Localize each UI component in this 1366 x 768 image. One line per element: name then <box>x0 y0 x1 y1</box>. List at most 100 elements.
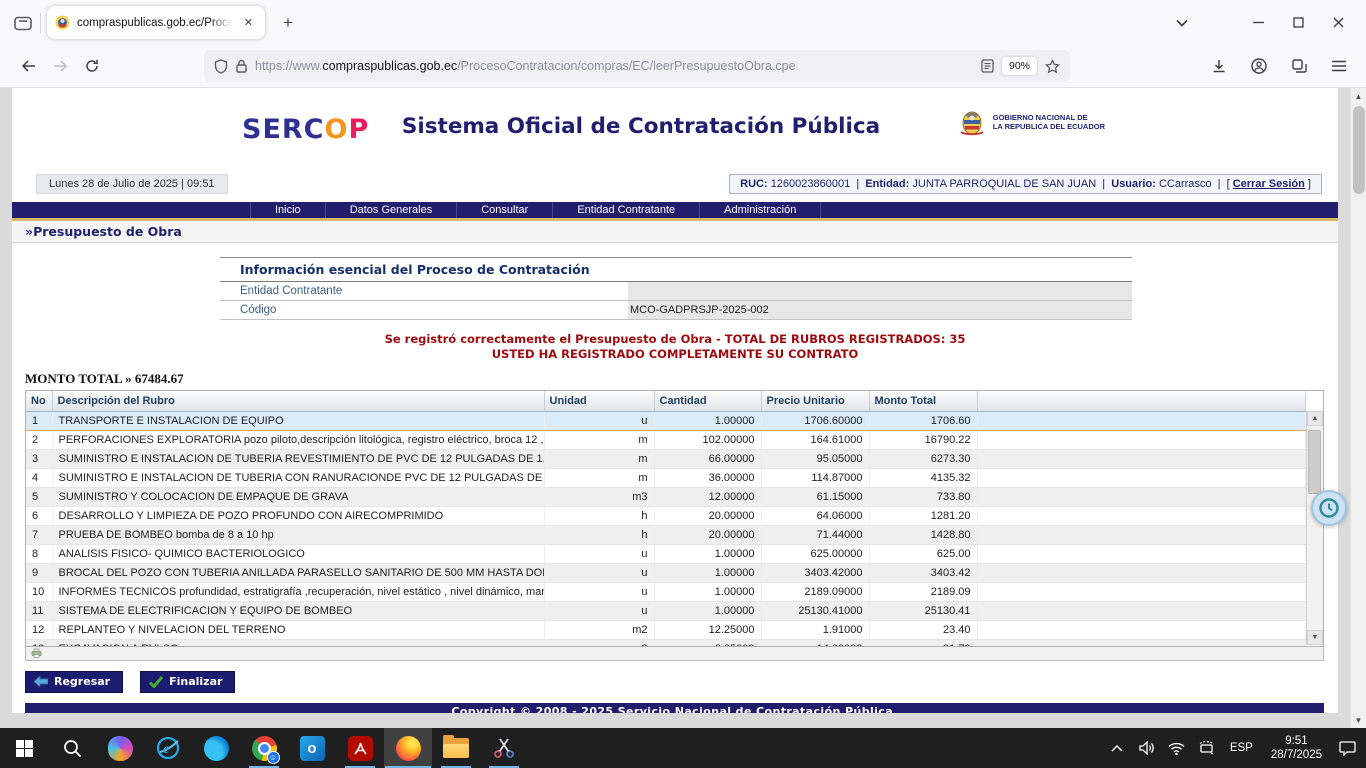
menu-item-consultar[interactable]: Consultar <box>456 202 552 218</box>
taskbar-acrobat-button[interactable] <box>336 728 384 768</box>
print-icon[interactable] <box>31 648 42 658</box>
bookmark-star-icon[interactable] <box>1045 59 1060 74</box>
grid-scroll-thumb[interactable] <box>1308 430 1321 494</box>
tray-wifi-button[interactable] <box>1164 728 1190 768</box>
reader-mode-icon[interactable] <box>981 59 994 73</box>
grid-scroll-down-icon[interactable]: ▼ <box>1307 630 1323 645</box>
cell-desc: SUMINISTRO E INSTALACION DE TUBERIA CON … <box>52 469 544 488</box>
floating-extension-button[interactable] <box>1311 490 1347 526</box>
firefox-view-button[interactable] <box>8 8 38 38</box>
col-header-descripcion[interactable]: Descripción del Rubro <box>52 391 544 411</box>
cell-precio: 25130.41000 <box>761 602 869 621</box>
table-row-partial[interactable]: 13EXCAVACION A PULSOm32.2500014.0900031.… <box>26 640 1306 646</box>
notification-center-button[interactable] <box>1334 728 1360 768</box>
budget-grid: No Descripción del Rubro Unidad Cantidad… <box>25 390 1324 647</box>
page-scroll-thumb[interactable] <box>1353 106 1365 194</box>
table-row[interactable]: 8ANALISIS FISICO- QUIMICO BACTERIOLOGICO… <box>26 545 1306 564</box>
col-header-monto-total[interactable]: Monto Total <box>869 391 977 411</box>
new-tab-button[interactable]: + <box>273 11 303 35</box>
cell-precio: 3403.42000 <box>761 564 869 583</box>
table-row[interactable]: 6DESARROLLO Y LIMPIEZA DE POZO PROFUNDO … <box>26 507 1306 526</box>
page-scroll-down-icon[interactable]: ▼ <box>1351 712 1366 728</box>
cell-unidad: h <box>544 526 654 545</box>
table-row[interactable]: 9BROCAL DEL POZO CON TUBERIA ANILLADA PA… <box>26 564 1306 583</box>
shield-icon <box>214 59 228 74</box>
tray-cast-button[interactable] <box>1194 728 1220 768</box>
cell-desc: EXCAVACION A PULSO <box>52 640 544 646</box>
chevron-up-icon <box>1111 744 1123 752</box>
table-row[interactable]: 7PRUEBA DE BOMBEO bomba de 8 a 10 hph20.… <box>26 526 1306 545</box>
reload-button[interactable] <box>76 51 108 81</box>
tray-volume-button[interactable] <box>1134 728 1160 768</box>
forward-button[interactable] <box>44 51 76 81</box>
taskbar-search-button[interactable] <box>48 728 96 768</box>
cell-desc: SISTEMA DE ELECTRIFICACION Y EQUIPO DE B… <box>52 602 544 621</box>
col-header-no[interactable]: No <box>26 391 52 411</box>
tab-close-icon[interactable]: ✕ <box>240 14 257 31</box>
cell-cantidad: 12.00000 <box>654 488 761 507</box>
cell-precio: 1706.60000 <box>761 412 869 431</box>
url-bar[interactable]: https://www.compraspublicas.gob.ec/Proce… <box>204 50 1070 82</box>
table-row[interactable]: 10INFORMES TECNICOS profundidad, estrati… <box>26 583 1306 602</box>
zoom-level-badge[interactable]: 90% <box>1002 57 1037 75</box>
tray-chevron-up-button[interactable] <box>1104 728 1130 768</box>
table-row[interactable]: 2PERFORACIONES EXPLORATORIA pozo piloto,… <box>26 431 1306 450</box>
cell-unidad: m3 <box>544 640 654 646</box>
list-all-tabs-button[interactable] <box>1162 8 1202 38</box>
taskbar-internet-explorer-button[interactable]: e <box>144 728 192 768</box>
col-header-unidad[interactable]: Unidad <box>544 391 654 411</box>
maximize-button[interactable] <box>1278 8 1318 38</box>
cell-desc: DESARROLLO Y LIMPIEZA DE POZO PROFUNDO C… <box>52 507 544 526</box>
table-row[interactable]: 5SUMINISTRO Y COLOCACION DE EMPAQUE DE G… <box>26 488 1306 507</box>
col-header-precio-unitario[interactable]: Precio Unitario <box>761 391 869 411</box>
cell-precio: 71.44000 <box>761 526 869 545</box>
sidebar-button[interactable] <box>1284 51 1314 81</box>
main-menu: Inicio Datos Generales Consultar Entidad… <box>12 202 1338 221</box>
close-window-button[interactable] <box>1318 8 1358 38</box>
taskbar-copilot-button[interactable] <box>96 728 144 768</box>
logout-link[interactable]: Cerrar Sesión <box>1233 178 1305 190</box>
cell-desc: INFORMES TECNICOS profundidad, estratigr… <box>52 583 544 602</box>
grid-scroll-track[interactable] <box>1307 426 1323 630</box>
taskbar-edge-button[interactable] <box>192 728 240 768</box>
cell-filler <box>977 431 1306 450</box>
table-row[interactable]: 12REPLANTEO Y NIVELACION DEL TERRENOm212… <box>26 621 1306 640</box>
col-header-cantidad[interactable]: Cantidad <box>654 391 761 411</box>
cell-no: 4 <box>26 469 52 488</box>
taskbar-file-explorer-button[interactable] <box>432 728 480 768</box>
taskbar-snipping-tool-button[interactable] <box>480 728 528 768</box>
back-button[interactable] <box>12 51 44 81</box>
page-scroll-up-icon[interactable]: ▲ <box>1351 88 1366 104</box>
minimize-button[interactable] <box>1238 8 1278 38</box>
taskbar-chrome-button[interactable]: ☺ <box>240 728 288 768</box>
table-row[interactable]: 1TRANSPORTE E INSTALACION DE EQUIPOu1.00… <box>26 412 1306 431</box>
table-row[interactable]: 4SUMINISTRO E INSTALACION DE TUBERIA CON… <box>26 469 1306 488</box>
table-row[interactable]: 3SUMINISTRO E INSTALACION DE TUBERIA REV… <box>26 450 1306 469</box>
table-row[interactable]: 11SISTEMA DE ELECTRIFICACION Y EQUIPO DE… <box>26 602 1306 621</box>
grid-scrollbar[interactable]: ▲ ▼ <box>1306 411 1323 645</box>
menu-item-datos-generales[interactable]: Datos Generales <box>325 202 457 218</box>
downloads-button[interactable] <box>1204 51 1234 81</box>
menu-item-inicio[interactable]: Inicio <box>250 202 325 218</box>
regresar-button[interactable]: Regresar <box>25 671 123 693</box>
cell-desc: SUMINISTRO E INSTALACION DE TUBERIA REVE… <box>52 450 544 469</box>
taskbar-clock[interactable]: 9:51 28/7/2025 <box>1263 734 1330 762</box>
cell-unidad: u <box>544 564 654 583</box>
taskbar-firefox-button[interactable] <box>384 728 432 768</box>
page-scroll-track[interactable] <box>1351 104 1366 712</box>
language-indicator[interactable]: ESP <box>1224 742 1259 754</box>
page-scrollbar[interactable]: ▲ ▼ <box>1350 88 1366 728</box>
grid-scroll-up-icon[interactable]: ▲ <box>1307 411 1323 426</box>
menu-button[interactable] <box>1324 51 1354 81</box>
account-button[interactable] <box>1244 51 1274 81</box>
browser-tab[interactable]: compraspublicas.gob.ec/Proce ✕ <box>47 6 265 39</box>
menu-item-entidad-contratante[interactable]: Entidad Contratante <box>552 202 699 218</box>
wifi-icon <box>1168 742 1185 755</box>
finalizar-button[interactable]: Finalizar <box>140 671 235 693</box>
browser-titlebar: compraspublicas.gob.ec/Proce ✕ + <box>0 0 1366 45</box>
info-row-entidad: Entidad Contratante <box>220 282 1132 301</box>
taskbar-outlook-button[interactable]: o <box>288 728 336 768</box>
codigo-value: MCO-GADPRSJP-2025-002 <box>628 301 1132 319</box>
menu-item-administracion[interactable]: Administración <box>699 202 821 218</box>
start-button[interactable] <box>0 728 48 768</box>
